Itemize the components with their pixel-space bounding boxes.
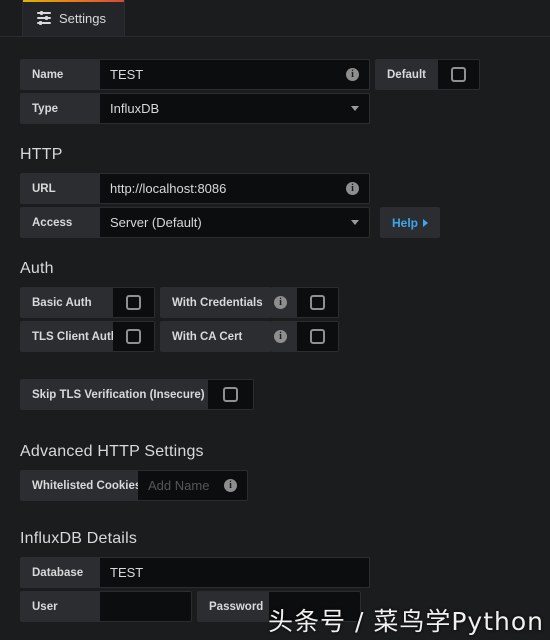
info-icon[interactable]: i	[346, 182, 359, 195]
cookies-input-placeholder: Add Name	[148, 478, 210, 493]
sliders-icon	[37, 11, 51, 25]
info-icon[interactable]: i	[274, 296, 287, 309]
auth-section-title: Auth	[20, 260, 54, 277]
checkbox-icon	[223, 387, 238, 402]
with-ca-cert-label: With CA Cert	[160, 321, 270, 352]
with-ca-cert-checkbox[interactable]	[297, 321, 339, 352]
auth-row-1: Basic Auth With Credentials i	[20, 287, 530, 318]
database-input-value: TEST	[110, 565, 144, 580]
name-input[interactable]: TEST i	[100, 59, 370, 90]
tab-bar: Settings	[0, 0, 550, 37]
access-label: Access	[20, 207, 100, 238]
skip-tls-checkbox[interactable]	[208, 379, 254, 410]
user-password-row: User Password	[20, 591, 530, 622]
checkbox-icon	[126, 295, 141, 310]
type-select-value: InfluxDB	[110, 101, 160, 116]
chevron-down-icon	[351, 106, 359, 111]
help-link[interactable]: Help	[380, 207, 441, 238]
access-row: Access Server (Default) Help	[20, 207, 530, 238]
checkbox-icon	[126, 329, 141, 344]
basic-auth-label: Basic Auth	[20, 287, 113, 318]
user-label: User	[20, 591, 100, 622]
type-label: Type	[20, 93, 100, 124]
cookies-input[interactable]: Add Name i	[138, 470, 248, 501]
skip-tls-row: Skip TLS Verification (Insecure)	[20, 379, 530, 410]
default-label: Default	[375, 59, 438, 90]
url-label: URL	[20, 173, 100, 204]
access-select[interactable]: Server (Default)	[100, 207, 370, 238]
with-ca-cert-info: i	[270, 321, 297, 352]
type-row: Type InfluxDB	[20, 93, 530, 124]
with-credentials-label: With Credentials	[160, 287, 270, 318]
database-input[interactable]: TEST	[100, 557, 370, 588]
database-row: Database TEST	[20, 557, 530, 588]
name-label: Name	[20, 59, 100, 90]
checkbox-icon	[310, 295, 325, 310]
chevron-right-icon	[423, 218, 429, 227]
database-label: Database	[20, 557, 100, 588]
tab-settings[interactable]: Settings	[22, 0, 125, 36]
type-select[interactable]: InfluxDB	[100, 93, 370, 124]
settings-form: Name TEST i Default Type InfluxDB HTTP U…	[0, 59, 550, 622]
cookies-row: Whitelisted Cookies Add Name i	[20, 470, 530, 501]
url-row: URL http://localhost:8086 i	[20, 173, 530, 204]
tls-client-auth-checkbox[interactable]	[113, 321, 155, 352]
http-section-title: HTTP	[20, 146, 63, 163]
auth-row-2: TLS Client Auth With CA Cert i	[20, 321, 530, 352]
chevron-down-icon	[351, 220, 359, 225]
help-link-label: Help	[392, 215, 419, 230]
password-label: Password	[197, 591, 269, 622]
default-checkbox[interactable]	[437, 59, 480, 90]
url-input[interactable]: http://localhost:8086 i	[100, 173, 370, 204]
name-row: Name TEST i Default	[20, 59, 530, 90]
password-input[interactable]	[269, 591, 361, 622]
influx-section-title: InfluxDB Details	[20, 530, 138, 547]
access-select-value: Server (Default)	[110, 215, 202, 230]
info-icon[interactable]: i	[346, 68, 359, 81]
url-input-value: http://localhost:8086	[110, 181, 227, 196]
advanced-section-title: Advanced HTTP Settings	[20, 443, 204, 460]
cookies-label: Whitelisted Cookies	[20, 470, 141, 501]
name-input-value: TEST	[110, 67, 144, 82]
skip-tls-label: Skip TLS Verification (Insecure)	[20, 379, 208, 410]
user-input[interactable]	[100, 591, 192, 622]
with-credentials-checkbox[interactable]	[297, 287, 339, 318]
checkbox-icon	[310, 329, 325, 344]
basic-auth-checkbox[interactable]	[113, 287, 155, 318]
with-credentials-info: i	[270, 287, 297, 318]
checkbox-icon	[450, 67, 466, 82]
info-icon[interactable]: i	[274, 330, 287, 343]
tls-client-auth-label: TLS Client Auth	[20, 321, 118, 352]
tab-settings-label: Settings	[59, 10, 106, 26]
info-icon[interactable]: i	[224, 479, 237, 492]
